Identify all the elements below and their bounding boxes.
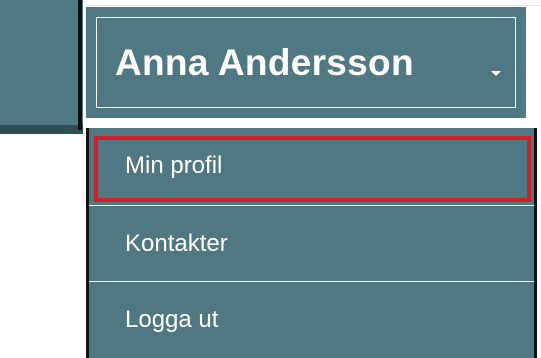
- top-divider: [86, 5, 541, 6]
- user-name: Anna Andersson: [115, 41, 414, 83]
- menu-item-label: Min profil: [125, 152, 223, 179]
- menu-item-logout[interactable]: Logga ut: [86, 281, 537, 357]
- user-dropdown-menu: Min profil Kontakter Logga ut: [86, 128, 537, 358]
- header-background: [0, 0, 83, 125]
- header-divider: [78, 0, 82, 130]
- menu-item-label: Kontakter: [125, 229, 228, 257]
- page: Anna Andersson Min profil Kontakter Logg…: [0, 0, 541, 358]
- menu-item-label: Logga ut: [125, 305, 219, 333]
- chevron-down-icon: [491, 71, 501, 76]
- dropdown-right-border: [534, 128, 537, 358]
- menu-item-contacts[interactable]: Kontakter: [86, 205, 537, 281]
- user-menu-button[interactable]: Anna Andersson: [86, 7, 526, 118]
- dropdown-left-border: [86, 128, 89, 358]
- header-bottom-strip: [0, 125, 83, 134]
- menu-item-my-profile[interactable]: Min profil: [86, 128, 537, 204]
